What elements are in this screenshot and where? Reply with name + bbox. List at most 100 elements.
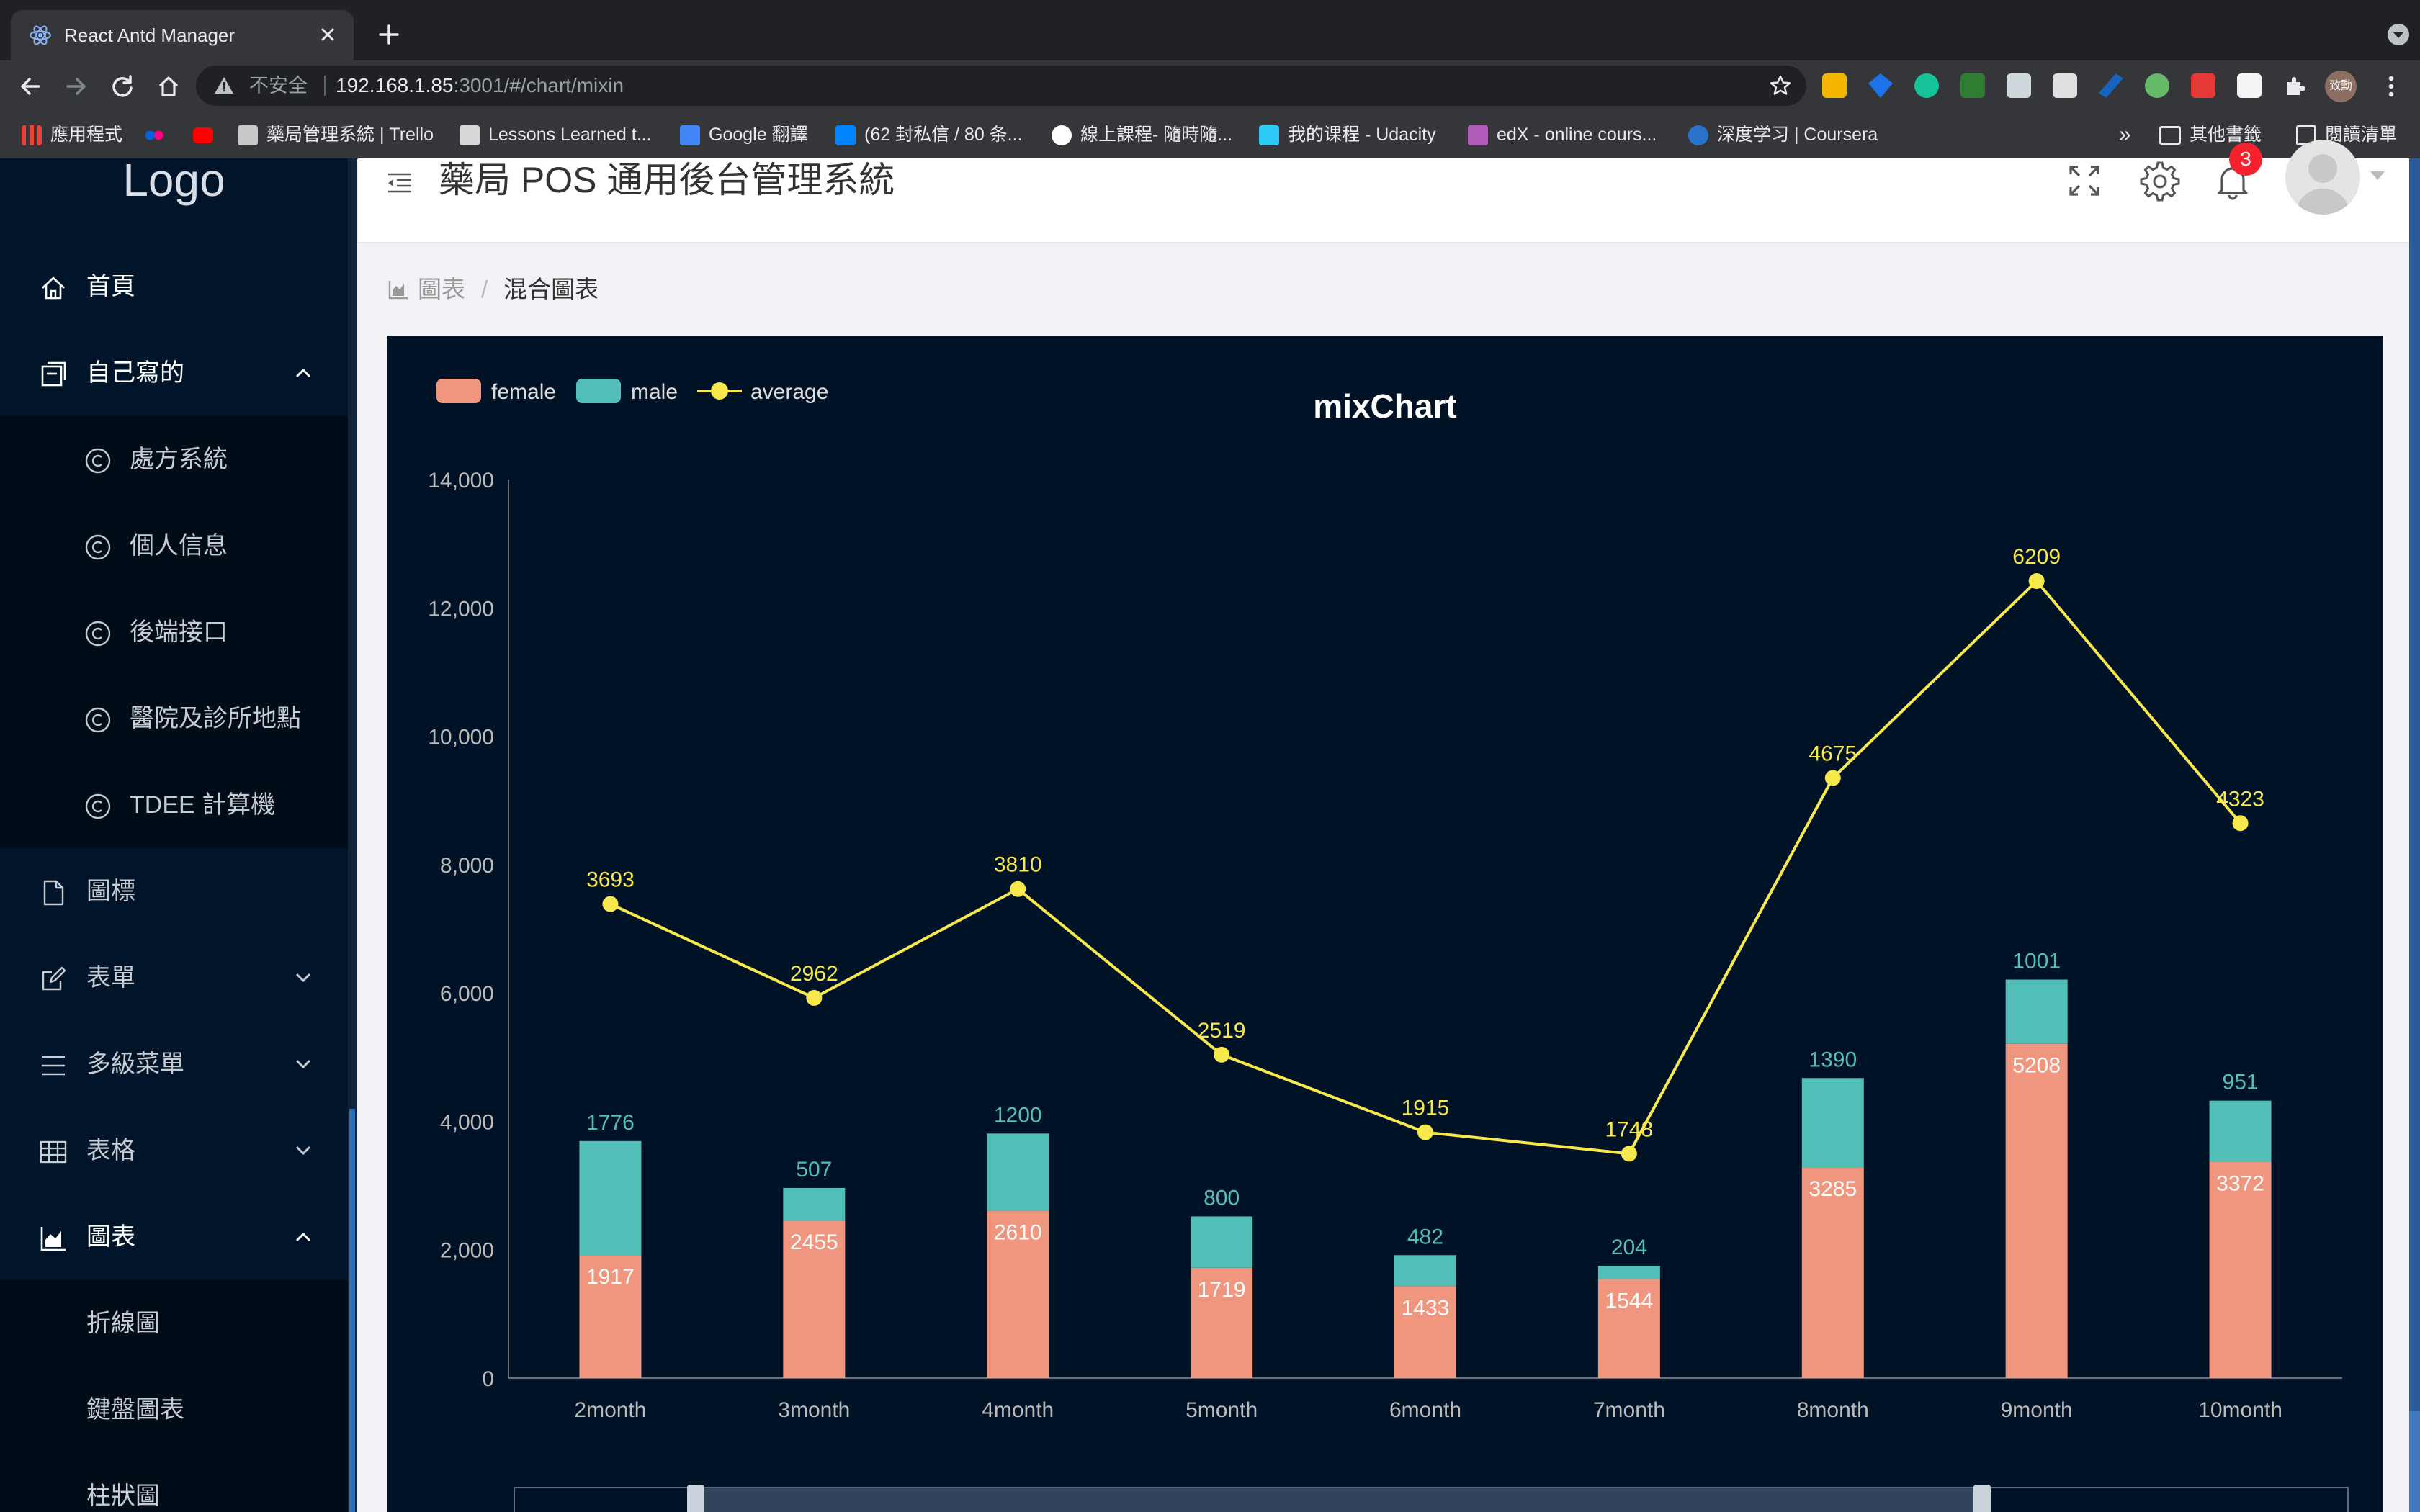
url-text[interactable]: 192.168.1.85:3001/#/chart/mixin bbox=[336, 66, 624, 106]
legend-swatch-male bbox=[576, 379, 621, 403]
form-edit-icon bbox=[42, 966, 66, 991]
data-label-male: 1776 bbox=[586, 1111, 635, 1135]
bookmark-google-translate[interactable]: Google 翻譯 bbox=[680, 111, 808, 158]
sidebar-item-tables[interactable]: 表格 bbox=[0, 1107, 348, 1194]
legend-label-male: male bbox=[631, 380, 678, 404]
bookmarks-overflow-chevron[interactable]: » bbox=[2119, 111, 2131, 158]
data-label-average: 3810 bbox=[994, 853, 1042, 877]
user-avatar[interactable] bbox=[2285, 140, 2360, 215]
bookmark-lessons[interactable]: Lessons Learned t... bbox=[460, 111, 652, 158]
data-label-female: 1719 bbox=[1198, 1278, 1246, 1302]
bar-female bbox=[2005, 1043, 2068, 1378]
data-label-average: 1748 bbox=[1605, 1117, 1654, 1141]
home-icon bbox=[42, 276, 65, 300]
sidebar-item-multilevel-menu[interactable]: 多級菜單 bbox=[0, 1021, 348, 1107]
data-label-female: 1544 bbox=[1605, 1289, 1654, 1313]
point-average bbox=[806, 989, 823, 1006]
extension-tool-icon[interactable] bbox=[2007, 73, 2031, 98]
bookmark-star-icon[interactable] bbox=[1769, 74, 1792, 97]
new-tab-icon[interactable] bbox=[375, 20, 403, 49]
browser-toolbar: 不安全 192.168.1.85:3001/#/chart/mixin 致勳 bbox=[0, 60, 2420, 111]
menu-fold-icon[interactable] bbox=[385, 168, 414, 197]
data-label-male: 482 bbox=[1407, 1225, 1443, 1248]
sidebar-item-line-chart[interactable]: 折線圖 bbox=[0, 1280, 348, 1367]
edx-icon bbox=[1468, 125, 1488, 146]
security-label[interactable]: 不安全 bbox=[249, 66, 308, 106]
more-vert-icon[interactable] bbox=[2377, 72, 2406, 101]
grammarly-icon[interactable] bbox=[1914, 73, 1939, 98]
close-tab-icon[interactable] bbox=[315, 22, 341, 48]
legend-marker-average bbox=[711, 382, 728, 400]
mix-chart: mixChart female male average 0 2,000 4,000 6,00… bbox=[428, 379, 2349, 1512]
legend-swatch-female bbox=[436, 379, 481, 403]
page-scrollbar-thumb[interactable] bbox=[2409, 1411, 2420, 1512]
extension-pen-icon[interactable] bbox=[2099, 73, 2123, 98]
bookmark-udacity[interactable]: 我的课程 - Udacity bbox=[1259, 111, 1436, 158]
trello-icon bbox=[238, 125, 258, 146]
react-favicon-icon bbox=[30, 25, 51, 45]
extension-v-icon[interactable] bbox=[1960, 73, 1985, 98]
sidebar-item-label: 自己寫的 bbox=[86, 359, 184, 387]
sidebar-item-label: 柱狀圖 bbox=[86, 1482, 160, 1510]
extension-target-icon[interactable] bbox=[2145, 73, 2169, 98]
sidebar-item-home[interactable]: 首頁 bbox=[0, 243, 348, 330]
y-tick-label: 14,000 bbox=[428, 469, 494, 492]
extension-red-icon[interactable] bbox=[2191, 73, 2215, 98]
tab-search-icon[interactable] bbox=[2385, 22, 2411, 48]
sidebar-item-icons[interactable]: 圖標 bbox=[0, 848, 348, 935]
sidebar-item-tdee-calculator[interactable]: TDEE 計算機 bbox=[0, 762, 348, 848]
x-tick-label: 3month bbox=[778, 1398, 850, 1422]
forward-arrow-icon[interactable] bbox=[62, 72, 91, 101]
address-bar[interactable]: 不安全 192.168.1.85:3001/#/chart/mixin bbox=[196, 66, 1806, 106]
bookmark-trello[interactable]: 藥局管理系統 | Trello bbox=[238, 111, 434, 158]
bar-male bbox=[1597, 1266, 1660, 1279]
extension-gem-icon[interactable] bbox=[1868, 73, 1893, 98]
point-average bbox=[1417, 1124, 1433, 1140]
sidebar-item-prescription[interactable]: 處方系統 bbox=[0, 416, 348, 503]
sidebar-item-charts[interactable]: 圖表 bbox=[0, 1194, 348, 1280]
warning-icon[interactable] bbox=[213, 75, 235, 96]
bookmark-zhihu[interactable]: (62 封私信 / 80 条... bbox=[835, 111, 1023, 158]
bookmark-apps[interactable]: 應用程式 bbox=[22, 111, 122, 158]
extension-notes-icon[interactable] bbox=[1822, 73, 1847, 98]
copyright-icon bbox=[85, 534, 111, 560]
sidebar-item-self-written[interactable]: 自己寫的 bbox=[0, 330, 348, 416]
page-scrollbar[interactable] bbox=[2409, 158, 2420, 1512]
profile-avatar[interactable]: 致勳 bbox=[2325, 71, 2357, 102]
sidebar-item-bar-chart[interactable]: 柱狀圖 bbox=[0, 1453, 348, 1512]
sidebar-item-keyboard-chart[interactable]: 鍵盤圖表 bbox=[0, 1367, 348, 1453]
x-tick-label: 8month bbox=[1797, 1398, 1869, 1422]
browser-tab[interactable]: React Antd Manager bbox=[11, 10, 354, 60]
legend-label-average: average bbox=[750, 380, 828, 404]
extensions-puzzle-icon[interactable] bbox=[2283, 73, 2308, 98]
x-tick-label: 7month bbox=[1593, 1398, 1665, 1422]
gear-icon[interactable] bbox=[2137, 158, 2180, 202]
breadcrumb-parent[interactable]: 圖表 bbox=[418, 276, 465, 302]
bookmark-youtube[interactable] bbox=[193, 111, 222, 158]
bookmark-udemy[interactable]: 線上課程- 隨時隨... bbox=[1052, 111, 1232, 158]
home-icon[interactable] bbox=[154, 72, 183, 101]
data-label-female: 1917 bbox=[586, 1265, 635, 1289]
bookmark-flickr[interactable] bbox=[144, 111, 173, 158]
point-average bbox=[2028, 573, 2045, 590]
caret-down-icon[interactable] bbox=[2369, 170, 2386, 181]
bookmark-coursera[interactable]: 深度学习 | Coursera bbox=[1688, 111, 1878, 158]
sidebar-item-backend-api[interactable]: 後端接口 bbox=[0, 589, 348, 675]
back-arrow-icon[interactable] bbox=[16, 72, 45, 101]
extension-image-icon[interactable] bbox=[2053, 73, 2077, 98]
sidebar-item-hospital-locations[interactable]: 醫院及診所地點 bbox=[0, 675, 348, 762]
y-tick-label: 10,000 bbox=[428, 726, 494, 750]
sidebar-item-forms[interactable]: 表單 bbox=[0, 935, 348, 1021]
data-label-average: 4323 bbox=[2216, 787, 2264, 811]
page-title: 藥局 POS 通用後台管理系統 bbox=[439, 160, 895, 200]
sidebar-item-personal-info[interactable]: 個人信息 bbox=[0, 503, 348, 589]
reload-icon[interactable] bbox=[108, 72, 137, 101]
tab-title: React Antd Manager bbox=[64, 24, 236, 46]
x-tick-label: 4month bbox=[982, 1398, 1054, 1422]
fullscreen-icon[interactable] bbox=[2066, 163, 2102, 199]
bookmark-edx[interactable]: edX - online cours... bbox=[1468, 111, 1657, 158]
copyright-icon bbox=[85, 707, 111, 733]
sidebar-scrollbar-thumb[interactable] bbox=[349, 1109, 355, 1512]
point-average bbox=[1010, 881, 1026, 897]
notion-icon[interactable] bbox=[2237, 73, 2262, 98]
